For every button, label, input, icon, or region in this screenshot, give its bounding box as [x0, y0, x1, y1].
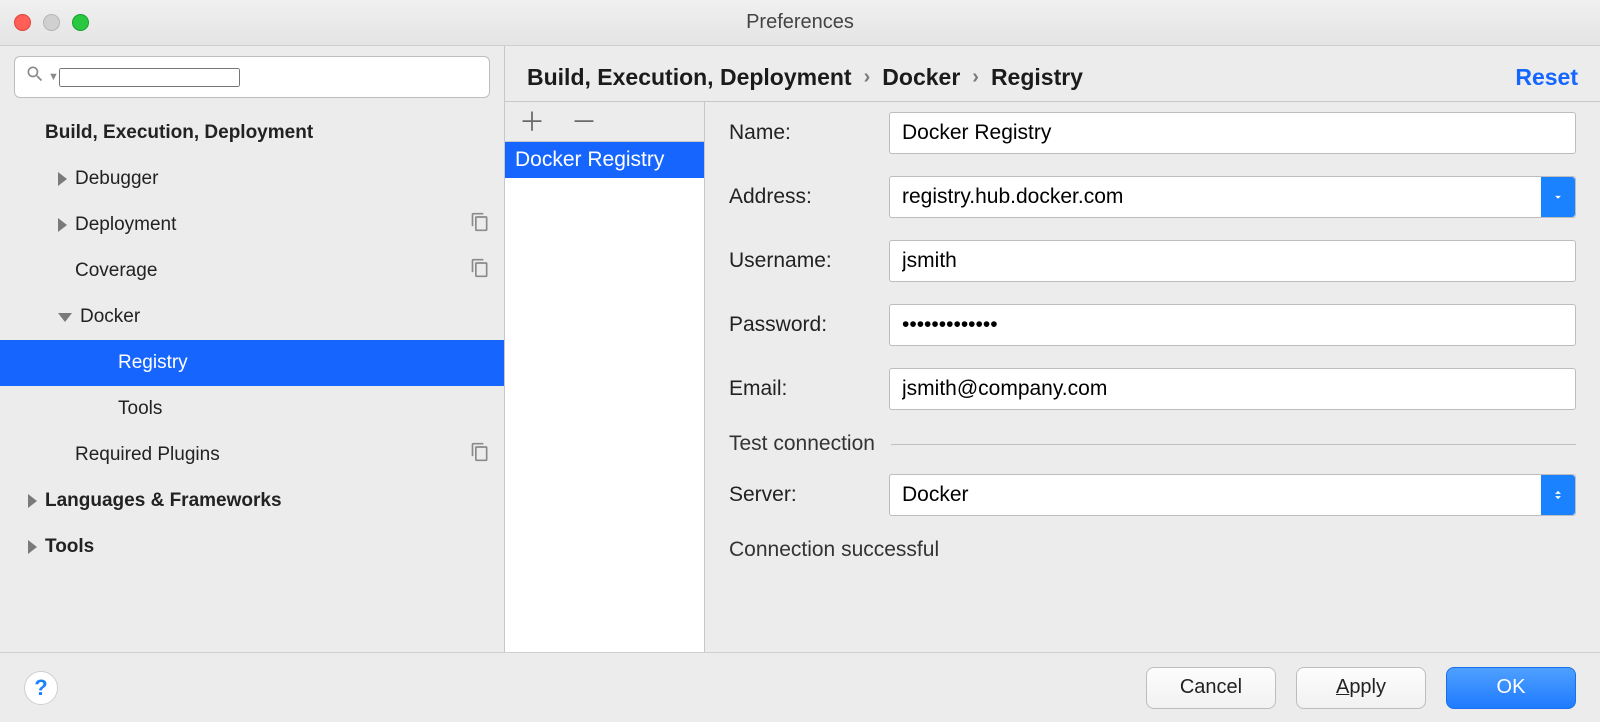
search-field[interactable] — [59, 68, 240, 87]
tree-label: Tools — [45, 536, 94, 558]
sort-icon[interactable] — [1541, 475, 1575, 515]
tree-item-registry[interactable]: Registry — [0, 340, 504, 386]
button-label: Cancel — [1180, 676, 1242, 699]
chevron-right-icon: › — [972, 66, 979, 89]
help-button[interactable]: ? — [24, 671, 58, 705]
name-field[interactable] — [902, 121, 1563, 145]
remove-button[interactable]: － — [571, 109, 597, 135]
button-label: OK — [1497, 676, 1526, 699]
tree-item-build-execution-deployment[interactable]: Build, Execution, Deployment — [0, 110, 504, 156]
tree-item-debugger[interactable]: Debugger — [0, 156, 504, 202]
chevron-down-icon: ▼ — [48, 71, 59, 83]
chevron-right-icon — [28, 494, 37, 508]
close-window-icon[interactable] — [14, 14, 31, 31]
dialog-footer: ? Cancel Apply OK — [0, 652, 1600, 722]
titlebar: Preferences — [0, 0, 1600, 46]
profile-link-icon — [470, 212, 490, 238]
spacer-icon — [58, 264, 67, 278]
tree-item-tools[interactable]: Tools — [0, 524, 504, 570]
chevron-right-icon — [28, 540, 37, 554]
address-combobox[interactable] — [889, 176, 1576, 218]
profile-link-icon — [470, 258, 490, 284]
minimize-window-icon — [43, 14, 60, 31]
profile-link-icon — [470, 442, 490, 468]
chevron-right-icon — [58, 172, 67, 186]
chevron-right-icon — [58, 218, 67, 232]
tree-item-docker-tools[interactable]: Tools — [0, 386, 504, 432]
window-controls — [14, 14, 89, 31]
search-input[interactable]: ▼ — [14, 56, 490, 98]
tree-label: Tools — [118, 398, 162, 420]
reset-link[interactable]: Reset — [1515, 64, 1578, 91]
chevron-down-icon — [58, 313, 72, 322]
password-field[interactable] — [902, 313, 1563, 337]
preferences-tree: Build, Execution, Deployment Debugger De… — [0, 102, 504, 652]
breadcrumb: Build, Execution, Deployment › Docker › … — [505, 46, 1600, 101]
username-label: Username: — [729, 249, 889, 273]
tree-item-languages-frameworks[interactable]: Languages & Frameworks — [0, 478, 504, 524]
tree-item-docker[interactable]: Docker — [0, 294, 504, 340]
address-label: Address: — [729, 185, 889, 209]
address-field[interactable] — [902, 185, 1563, 209]
search-icon — [25, 64, 45, 90]
email-label: Email: — [729, 377, 889, 401]
spacer-icon — [28, 126, 37, 140]
server-value[interactable] — [902, 483, 1563, 507]
tree-label: Required Plugins — [75, 444, 220, 466]
window-title: Preferences — [0, 11, 1600, 34]
breadcrumb-segment[interactable]: Registry — [991, 64, 1083, 91]
zoom-window-icon[interactable] — [72, 14, 89, 31]
breadcrumb-segment[interactable]: Build, Execution, Deployment — [527, 64, 852, 91]
tree-label: Build, Execution, Deployment — [45, 122, 313, 144]
apply-button[interactable]: Apply — [1296, 667, 1426, 709]
preferences-sidebar: ▼ Build, Execution, Deployment Debugger … — [0, 46, 505, 652]
divider — [891, 444, 1576, 445]
connection-status: Connection successful — [729, 538, 1576, 562]
chevron-right-icon: › — [864, 66, 871, 89]
tree-label: Languages & Frameworks — [45, 490, 282, 512]
ok-button[interactable]: OK — [1446, 667, 1576, 709]
name-label: Name: — [729, 121, 889, 145]
tree-label: Docker — [80, 306, 140, 328]
tree-label: Deployment — [75, 214, 176, 236]
registry-list: ＋ － Docker Registry — [505, 101, 705, 652]
tree-item-deployment[interactable]: Deployment — [0, 202, 504, 248]
main-panel: Build, Execution, Deployment › Docker › … — [505, 46, 1600, 652]
tree-label: Coverage — [75, 260, 157, 282]
button-label: Apply — [1336, 676, 1386, 699]
list-toolbar: ＋ － — [505, 102, 704, 142]
server-select[interactable] — [889, 474, 1576, 516]
tree-label: Debugger — [75, 168, 158, 190]
section-title: Test connection — [729, 432, 875, 456]
tree-item-required-plugins[interactable]: Required Plugins — [0, 432, 504, 478]
list-item[interactable]: Docker Registry — [505, 142, 704, 178]
registry-form: Name: Address: Username: — [705, 101, 1600, 652]
username-field[interactable] — [902, 249, 1563, 273]
server-label: Server: — [729, 483, 889, 507]
test-connection-section: Test connection — [729, 432, 1576, 456]
add-button[interactable]: ＋ — [519, 109, 545, 135]
tree-item-coverage[interactable]: Coverage — [0, 248, 504, 294]
chevron-down-icon[interactable] — [1541, 177, 1575, 217]
email-field[interactable] — [902, 377, 1563, 401]
breadcrumb-segment[interactable]: Docker — [882, 64, 960, 91]
password-label: Password: — [729, 313, 889, 337]
spacer-icon — [58, 448, 67, 462]
cancel-button[interactable]: Cancel — [1146, 667, 1276, 709]
tree-label: Registry — [118, 352, 188, 374]
